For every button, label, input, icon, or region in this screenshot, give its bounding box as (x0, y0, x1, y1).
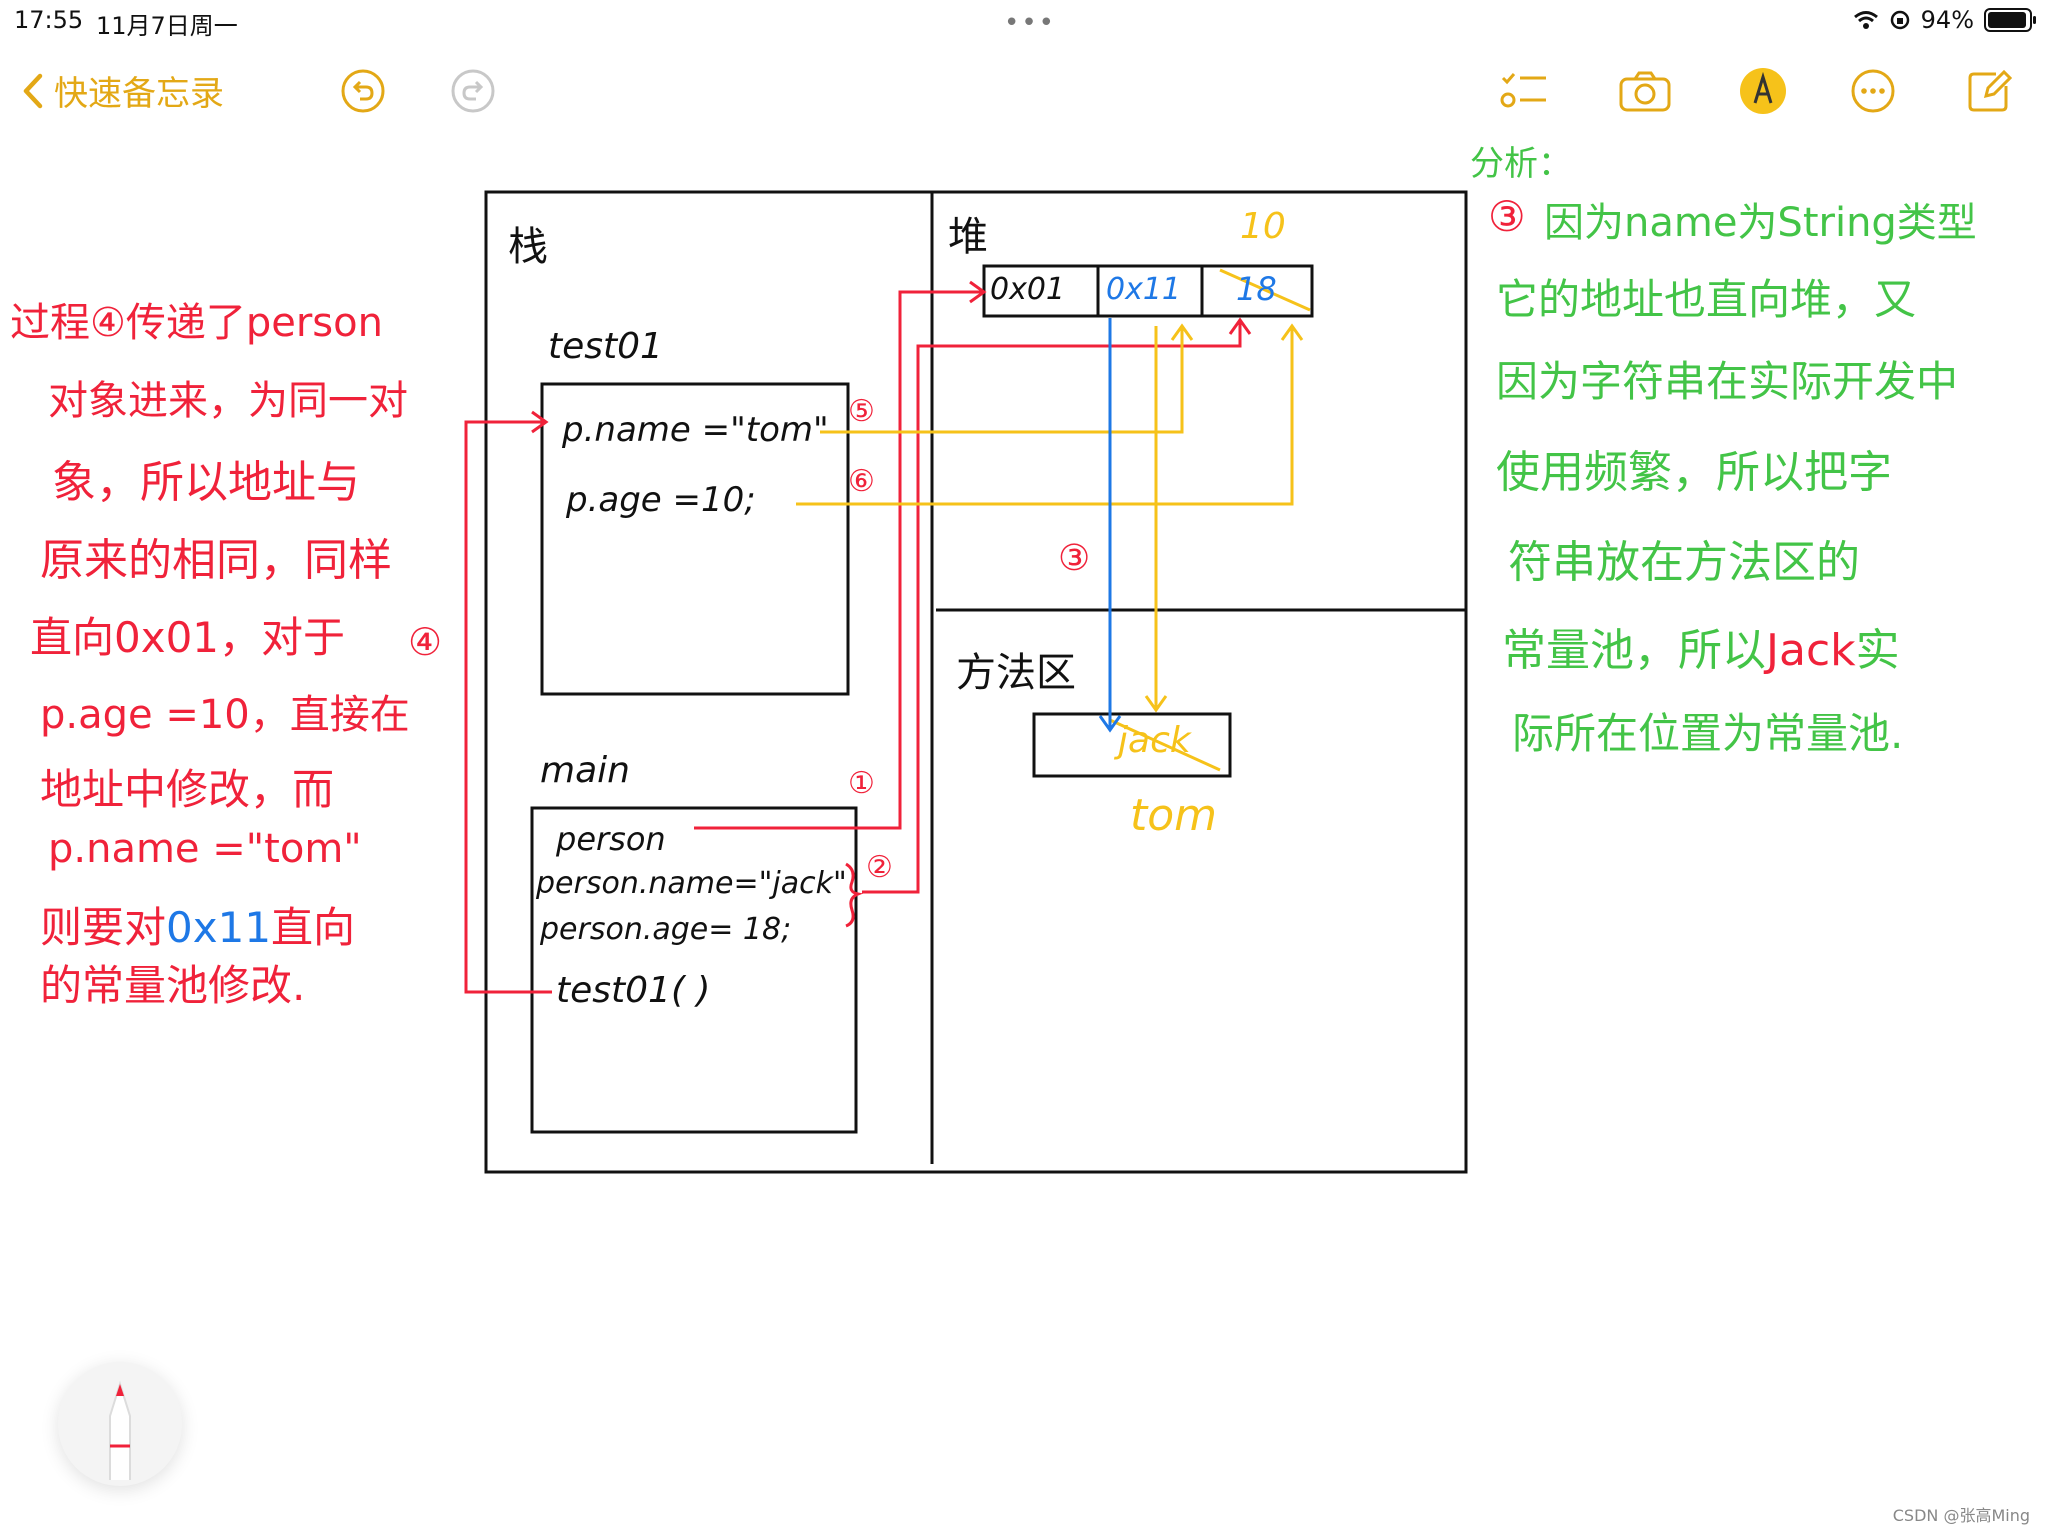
right-note-line-3: 因为字符串在实际开发中 (1496, 357, 1959, 406)
back-button[interactable]: 快速备忘录 (22, 66, 224, 115)
heap-cell-0x01-text: 0x01 (990, 272, 1066, 307)
main-line4: test01( ) (556, 970, 711, 1011)
left-note-line-9: 则要对0x11直向 (40, 894, 355, 955)
left-note-line-6: p.age =10，直接在 (40, 692, 410, 738)
note-canvas[interactable]: 栈 堆 方法区 test01 p.name ="tom" p.age =10; … (0, 130, 2048, 1410)
camera-button[interactable] (1618, 64, 1672, 118)
battery-percent: 94% (1920, 6, 1974, 34)
stack-label: 栈 (508, 224, 548, 270)
multitasking-dots-icon[interactable]: ••• (1004, 8, 1056, 38)
red-arrow-test01-call (464, 420, 552, 994)
right-note-line-1: 因为name为String类型 (1544, 200, 1977, 246)
compose-button[interactable] (1962, 64, 2016, 118)
right-note-line-7: 际所在位置为常量池. (1512, 709, 1904, 758)
marker-6: ⑥ (848, 464, 875, 499)
left-note-blue-address: 0x11 (166, 903, 272, 952)
undo-button[interactable] (336, 64, 390, 118)
test01-line2: p.age =10; (566, 480, 756, 520)
right-note-heading: 分析： (1470, 144, 1572, 184)
main-line2: person.name="jack" (536, 866, 847, 901)
markup-button[interactable] (1736, 64, 1790, 118)
redo-icon (451, 69, 495, 113)
left-note-line-10: 的常量池修改. (40, 961, 306, 1010)
left-note-line-5: 直向0x01，对于 (30, 613, 346, 662)
const-jack: jack (1118, 720, 1191, 761)
left-note-line-2: 对象进来，为同一对 (48, 378, 408, 424)
heap-cell-0x11-text: 0x11 (1106, 272, 1182, 307)
right-note-marker-3: ③ (1488, 192, 1526, 241)
heap-new-value: 10 (1240, 206, 1286, 247)
left-note-line-3: 象，所以地址与 (52, 457, 360, 508)
wifi-icon (1853, 11, 1878, 29)
test01-title: test01 (548, 326, 663, 367)
test01-line1: p.name ="tom" (562, 410, 829, 450)
marker-4: ④ (408, 620, 443, 664)
heap-cell-18-text: 18 (1236, 270, 1277, 308)
left-note-line-9-end: 直向 (271, 903, 356, 952)
back-label: 快速备忘录 (54, 74, 224, 114)
more-icon (1851, 69, 1895, 113)
right-note-line-6: 常量池，所以Jack实 (1502, 614, 1900, 678)
camera-icon (1619, 71, 1671, 112)
chevron-left-icon (23, 73, 43, 108)
status-right: 94% (1853, 6, 2036, 34)
left-note-line-7: 地址中修改，而 (40, 765, 335, 814)
marker-5: ⑤ (848, 394, 875, 429)
right-note-line-6-start: 常量池，所以 (1502, 625, 1766, 676)
markup-icon (1740, 68, 1786, 114)
right-note-line-6-end: 实 (1855, 625, 1900, 676)
more-button[interactable] (1846, 64, 1900, 118)
red-arrow-person-to-heap (694, 290, 984, 830)
marker-3: ③ (1058, 538, 1091, 579)
marker-2: ② (866, 850, 893, 885)
checklist-icon (1500, 73, 1546, 108)
checklist-button[interactable] (1498, 64, 1552, 118)
redo-button[interactable] (446, 64, 500, 118)
status-time: 17:55 (14, 6, 84, 34)
left-note-line-4: 原来的相同，同样 (40, 535, 392, 586)
compose-icon (1968, 69, 2012, 112)
left-note-line-1: 过程④传递了person (10, 300, 383, 346)
pencil-icon (109, 1380, 131, 1480)
right-note-jack: Jack (1766, 625, 1856, 676)
status-bar: 17:55 11月7日周一 ••• 94% (0, 0, 2048, 46)
marker-1: ① (848, 766, 875, 801)
notes-toolbar: 快速备忘录 (0, 56, 2048, 126)
status-date: 11月7日周一 (96, 12, 238, 40)
main-title: main (540, 750, 630, 791)
right-note-line-2: 它的地址也直向堆，又 (1496, 275, 1917, 324)
watermark: CSDN @张高Ming (1892, 1506, 2030, 1525)
right-note-line-4: 使用频繁，所以把字 (1496, 447, 1892, 498)
main-line1: person (556, 820, 666, 858)
heap-label: 堆 (948, 214, 988, 260)
left-note-line-9-start: 则要对 (40, 903, 167, 952)
battery-icon (1984, 8, 2036, 32)
const-tom: tom (1130, 790, 1218, 841)
undo-icon (341, 69, 385, 113)
right-note-line-5: 符串放在方法区的 (1508, 537, 1860, 588)
pencil-tool-button[interactable] (58, 1362, 182, 1486)
main-line3: person.age= 18; (540, 912, 792, 947)
orientation-lock-icon (1890, 10, 1909, 30)
left-note-line-8: p.name ="tom" (48, 826, 362, 872)
method-area-label: 方法区 (956, 650, 1076, 696)
